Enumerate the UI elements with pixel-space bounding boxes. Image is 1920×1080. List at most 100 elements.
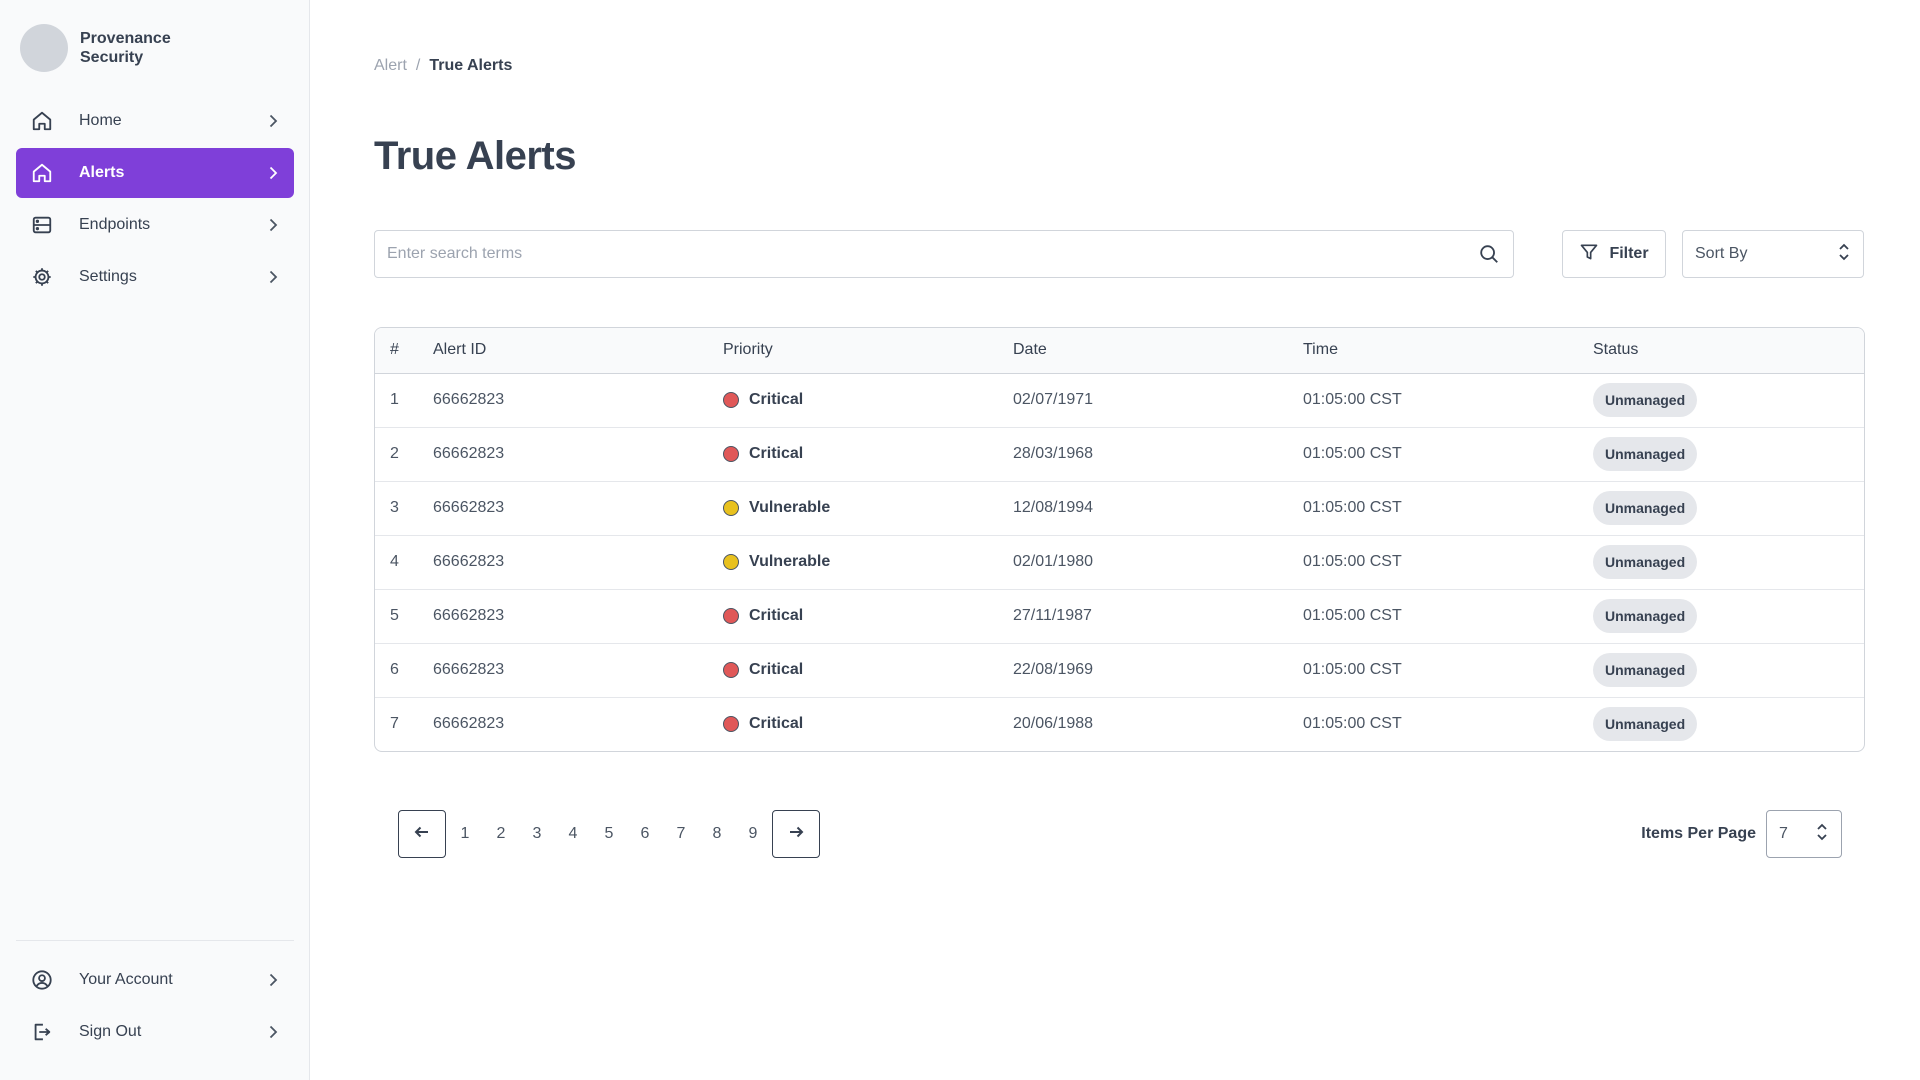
cell-date: 12/08/1994 xyxy=(1013,499,1094,516)
avatar xyxy=(20,24,68,72)
page-number-button[interactable]: 8 xyxy=(699,825,735,843)
cell-alert-id: 66662823 xyxy=(433,499,505,516)
home-icon xyxy=(31,110,53,132)
column-header-number: # xyxy=(390,341,399,359)
sidebar: Provenance Security Home Alerts Endpoint… xyxy=(0,0,310,1080)
brand: Provenance Security xyxy=(20,24,210,72)
cell-time: 01:05:00 CST xyxy=(1303,445,1402,462)
filter-icon xyxy=(1579,242,1599,267)
cell-number: 6 xyxy=(390,661,399,678)
arrow-right-icon xyxy=(787,823,805,846)
chevron-up-down-icon xyxy=(1837,242,1851,267)
chevron-right-icon xyxy=(264,1023,282,1041)
cell-time: 01:05:00 CST xyxy=(1303,553,1402,570)
cell-number: 1 xyxy=(390,391,399,408)
page-number-button[interactable]: 4 xyxy=(555,825,591,843)
cell-time: 01:05:00 CST xyxy=(1303,661,1402,678)
cell-priority: Vulnerable xyxy=(723,535,1013,589)
items-per-page-value: 7 xyxy=(1779,825,1788,842)
page-number-button[interactable]: 5 xyxy=(591,825,627,843)
search-icon[interactable] xyxy=(1465,243,1513,265)
cell-date: 02/07/1971 xyxy=(1013,391,1094,408)
table-row[interactable]: 5 66662823 Critical 27/11/1987 01:05:00 … xyxy=(375,589,1864,643)
cell-time: 01:05:00 CST xyxy=(1303,391,1402,408)
cell-alert-id: 66662823 xyxy=(433,391,505,408)
cell-date: 22/08/1969 xyxy=(1013,661,1094,678)
breadcrumb: Alert / True Alerts xyxy=(374,57,512,75)
server-icon xyxy=(31,214,53,236)
cell-status: Unmanaged xyxy=(1593,697,1864,751)
sort-by-label: Sort By xyxy=(1695,245,1748,262)
sidebar-item-label: Your Account xyxy=(79,971,173,988)
search-bar xyxy=(374,230,1514,278)
sidebar-item-label: Endpoints xyxy=(79,216,151,233)
cell-number: 5 xyxy=(390,607,399,624)
cell-time: 01:05:00 CST xyxy=(1303,499,1402,516)
table-row[interactable]: 4 66662823 Vulnerable 02/01/1980 01:05:0… xyxy=(375,535,1864,589)
page-number-button[interactable]: 9 xyxy=(735,825,771,843)
status-badge: Unmanaged xyxy=(1593,491,1698,525)
priority-indicator-dot xyxy=(723,446,739,462)
cell-status: Unmanaged xyxy=(1593,481,1864,535)
sidebar-item-home[interactable]: Home xyxy=(16,96,294,146)
cell-status: Unmanaged xyxy=(1593,643,1864,697)
chevron-right-icon xyxy=(264,971,282,989)
next-page-button[interactable] xyxy=(772,810,820,858)
priority-label: Critical xyxy=(749,391,804,408)
priority-indicator-dot xyxy=(723,716,739,733)
cell-status: Unmanaged xyxy=(1593,373,1864,427)
items-per-page-select[interactable]: 7 xyxy=(1766,810,1842,858)
page-number-button[interactable]: 6 xyxy=(627,825,663,843)
cell-alert-id: 66662823 xyxy=(433,607,505,624)
column-header-priority: Priority xyxy=(723,341,773,359)
sidebar-item-label: Sign Out xyxy=(79,1023,142,1040)
table-row[interactable]: 3 66662823 Vulnerable 12/08/1994 01:05:0… xyxy=(375,481,1864,535)
sidebar-item-endpoints[interactable]: Endpoints xyxy=(16,200,294,250)
page-number-button[interactable]: 1 xyxy=(447,825,483,843)
priority-indicator-dot xyxy=(723,392,739,408)
sidebar-item-sign-out[interactable]: Sign Out xyxy=(16,1007,294,1057)
priority-label: Critical xyxy=(749,607,804,624)
status-badge: Unmanaged xyxy=(1593,545,1698,579)
sidebar-item-your-account[interactable]: Your Account xyxy=(16,955,294,1005)
column-header-status: Status xyxy=(1593,341,1639,359)
priority-label: Vulnerable xyxy=(749,553,831,570)
main-content: Alert / True Alerts True Alerts Filter S… xyxy=(374,0,1866,1080)
chevron-right-icon xyxy=(264,164,282,182)
filter-button[interactable]: Filter xyxy=(1562,230,1666,278)
home-icon xyxy=(31,162,53,184)
page-number-button[interactable]: 7 xyxy=(663,825,699,843)
cell-status: Unmanaged xyxy=(1593,535,1864,589)
sign-out-icon xyxy=(31,1021,53,1043)
breadcrumb-parent-link[interactable]: Alert xyxy=(374,57,407,75)
page-number-button[interactable]: 3 xyxy=(519,825,555,843)
sort-by-select[interactable]: Sort By xyxy=(1682,230,1864,278)
table-row[interactable]: 1 66662823 Critical 02/07/1971 01:05:00 … xyxy=(375,373,1864,427)
search-input[interactable] xyxy=(375,245,1465,263)
cell-alert-id: 66662823 xyxy=(433,715,505,733)
priority-indicator-dot xyxy=(723,500,739,516)
cell-priority: Critical xyxy=(723,589,1013,643)
cell-alert-id: 66662823 xyxy=(433,661,505,678)
page-number-button[interactable]: 2 xyxy=(483,825,519,843)
sidebar-item-alerts[interactable]: Alerts xyxy=(16,148,294,198)
sidebar-item-settings[interactable]: Settings xyxy=(16,252,294,302)
status-badge: Unmanaged xyxy=(1593,383,1698,417)
cell-date: 28/03/1968 xyxy=(1013,445,1094,462)
table-row[interactable]: 2 66662823 Critical 28/03/1968 01:05:00 … xyxy=(375,427,1864,481)
priority-label: Vulnerable xyxy=(749,499,831,516)
cell-alert-id: 66662823 xyxy=(433,553,505,570)
sidebar-nav: Home Alerts Endpoints Settings xyxy=(16,96,294,304)
cell-number: 3 xyxy=(390,499,399,516)
table-row[interactable]: 6 66662823 Critical 22/08/1969 01:05:00 … xyxy=(375,643,1864,697)
priority-label: Critical xyxy=(749,661,804,678)
status-badge: Unmanaged xyxy=(1593,437,1698,471)
previous-page-button[interactable] xyxy=(398,810,446,858)
items-per-page: Items Per Page 7 xyxy=(1641,810,1842,858)
column-header-time: Time xyxy=(1303,341,1338,359)
brand-name: Provenance Security xyxy=(80,30,171,66)
table-row[interactable]: 7 66662823 Critical 20/06/1988 01:05:00 … xyxy=(375,697,1864,751)
table-header-row: # Alert ID Priority Date Time Status xyxy=(375,328,1864,373)
breadcrumb-current: True Alerts xyxy=(429,57,513,74)
cell-status: Unmanaged xyxy=(1593,589,1864,643)
